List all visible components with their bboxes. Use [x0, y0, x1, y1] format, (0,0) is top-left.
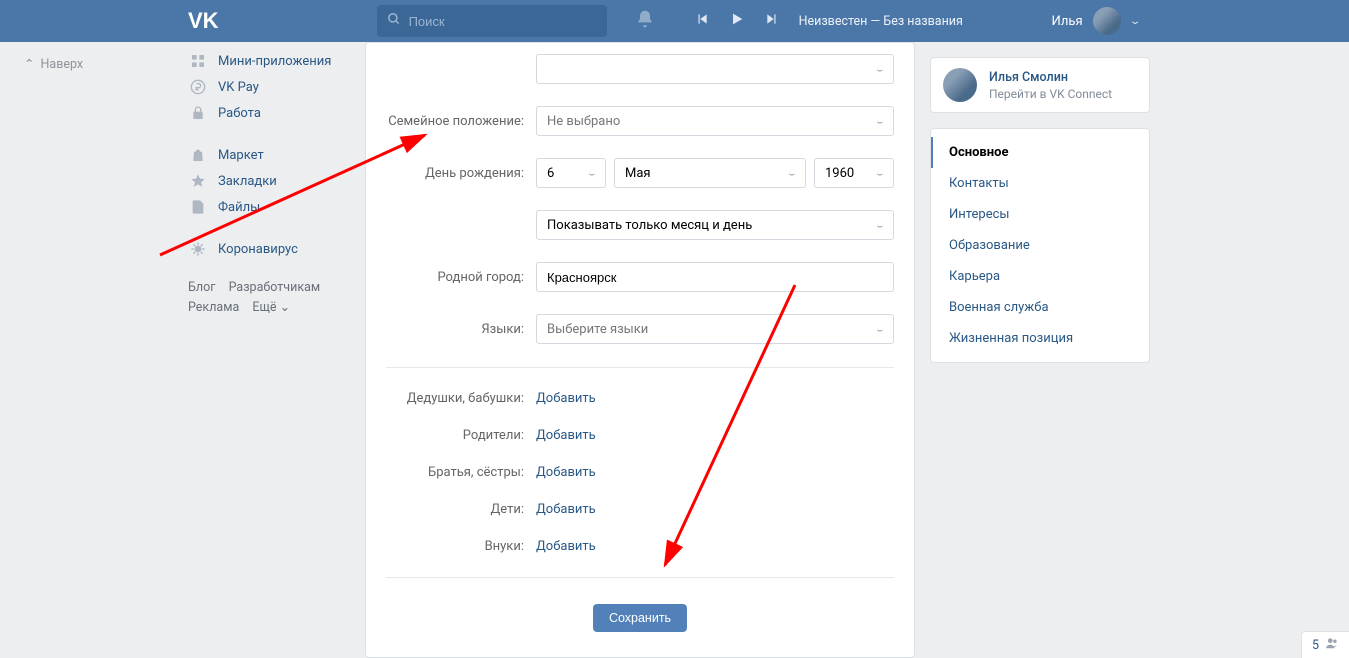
back-to-top-link[interactable]: ⌃ Наверх	[24, 56, 83, 72]
add-siblings-link[interactable]: Добавить	[536, 465, 596, 480]
grid-icon	[188, 53, 208, 69]
search-input[interactable]	[409, 14, 597, 29]
prev-track-icon[interactable]	[695, 12, 709, 30]
label	[386, 62, 536, 77]
birth-day-select[interactable]: 6⌄	[536, 158, 606, 188]
chevron-up-icon: ⌃	[24, 56, 34, 72]
nav-item-vkpay[interactable]: VK Pay	[188, 74, 353, 100]
header-user-name: Илья	[1052, 14, 1083, 29]
nav-label: Маркет	[218, 148, 264, 163]
nav-label: Файлы	[218, 200, 260, 215]
top-header: VK Неизвестен — Без названия Илья ⌄	[0, 0, 1349, 42]
vk-logo[interactable]: VK	[188, 8, 219, 34]
ruble-icon	[188, 79, 208, 95]
tab-personal-views[interactable]: Жизненная позиция	[931, 323, 1149, 354]
tab-career[interactable]: Карьера	[931, 261, 1149, 292]
save-button[interactable]: Сохранить	[593, 604, 687, 632]
nav-item-mini-apps[interactable]: Мини-приложения	[188, 48, 353, 74]
chevron-down-icon: ⌄	[1129, 16, 1142, 27]
chevron-down-icon: ⌄	[874, 169, 886, 177]
edit-form: ⌄ Семейное положение: Не выбрано⌄ День р…	[365, 42, 915, 658]
left-sidebar: Мини-приложения VK Pay Работа Маркет Зак…	[188, 42, 353, 318]
surname-select[interactable]: ⌄	[536, 54, 894, 84]
birthday-label: День рождения:	[386, 166, 536, 181]
add-children-link[interactable]: Добавить	[536, 502, 596, 517]
add-grandparents-link[interactable]: Добавить	[536, 391, 596, 406]
children-label: Дети:	[386, 502, 536, 517]
tab-contacts[interactable]: Контакты	[931, 168, 1149, 199]
divider	[386, 577, 894, 578]
nav-label: Коронавирус	[218, 242, 298, 257]
doc-icon	[188, 199, 208, 215]
footer-links: Блог Разработчикам Реклама Ещё ⌄	[188, 262, 353, 318]
nav-label: VK Pay	[218, 80, 259, 95]
chevron-down-icon: ⌄	[874, 325, 886, 333]
virus-icon	[188, 241, 208, 257]
nav-item-coronavirus[interactable]: Коронавирус	[188, 236, 353, 262]
languages-select[interactable]: Выберите языки⌄	[536, 314, 894, 344]
birth-year-select[interactable]: 1960⌄	[814, 158, 894, 188]
people-icon	[1325, 636, 1339, 654]
grandchildren-label: Внуки:	[386, 539, 536, 554]
nav-label: Мини-приложения	[218, 54, 331, 69]
player-controls	[695, 11, 779, 31]
languages-label: Языки:	[386, 322, 536, 337]
parents-label: Родители:	[386, 428, 536, 443]
footer-blog[interactable]: Блог	[188, 280, 215, 295]
tab-education[interactable]: Образование	[931, 230, 1149, 261]
hometown-label: Родной город:	[386, 270, 536, 285]
chevron-down-icon: ⌄	[280, 300, 290, 315]
nav-item-work[interactable]: Работа	[188, 100, 353, 126]
nav-label: Закладки	[218, 174, 277, 189]
search-input-wrapper[interactable]	[377, 5, 607, 37]
marital-select[interactable]: Не выбрано⌄	[536, 106, 894, 136]
chevron-down-icon: ⌄	[874, 65, 886, 73]
tab-general[interactable]: Основное	[931, 137, 1149, 168]
nav-item-files[interactable]: Файлы	[188, 194, 353, 220]
chevron-down-icon: ⌄	[586, 169, 598, 177]
profile-name: Илья Смолин	[989, 70, 1112, 85]
user-menu[interactable]: Илья ⌄	[1052, 7, 1139, 35]
lock-icon	[188, 105, 208, 121]
bag-icon	[188, 147, 208, 163]
birth-visibility-select[interactable]: Показывать только месяц и день⌄	[536, 210, 894, 240]
siblings-label: Братья, сёстры:	[386, 465, 536, 480]
right-sidebar: Илья Смолин Перейти в VK Connect Основно…	[930, 42, 1150, 363]
add-parents-link[interactable]: Добавить	[536, 428, 596, 443]
tab-military[interactable]: Военная служба	[931, 292, 1149, 323]
next-track-icon[interactable]	[765, 12, 779, 30]
footer-more[interactable]: Ещё ⌄	[252, 300, 290, 315]
hometown-input[interactable]	[536, 262, 894, 292]
nav-item-bookmarks[interactable]: Закладки	[188, 168, 353, 194]
avatar-icon	[943, 68, 977, 102]
track-title[interactable]: Неизвестен — Без названия	[799, 14, 963, 29]
star-icon	[188, 173, 208, 189]
nav-label: Работа	[218, 106, 261, 121]
avatar-icon	[1093, 7, 1121, 35]
nav-item-market[interactable]: Маркет	[188, 142, 353, 168]
birth-month-select[interactable]: Мая⌄	[614, 158, 806, 188]
chevron-down-icon: ⌄	[874, 117, 886, 125]
divider	[386, 367, 894, 368]
chevron-down-icon: ⌄	[786, 169, 798, 177]
vk-connect-link[interactable]: Перейти в VK Connect	[989, 87, 1112, 101]
chevron-down-icon: ⌄	[874, 221, 886, 229]
search-icon	[387, 12, 401, 30]
more-widget[interactable]: 5	[1301, 631, 1349, 658]
play-icon[interactable]	[729, 11, 745, 31]
profile-card[interactable]: Илья Смолин Перейти в VK Connect	[930, 57, 1150, 113]
notifications-icon[interactable]	[635, 9, 655, 33]
footer-ads[interactable]: Реклама	[188, 300, 239, 315]
marital-label: Семейное положение:	[386, 114, 536, 129]
settings-tabs: Основное Контакты Интересы Образование К…	[930, 128, 1150, 363]
footer-dev[interactable]: Разработчикам	[229, 280, 321, 295]
add-grandchildren-link[interactable]: Добавить	[536, 539, 596, 554]
tab-interests[interactable]: Интересы	[931, 199, 1149, 230]
grandparents-label: Дедушки, бабушки:	[386, 391, 536, 406]
